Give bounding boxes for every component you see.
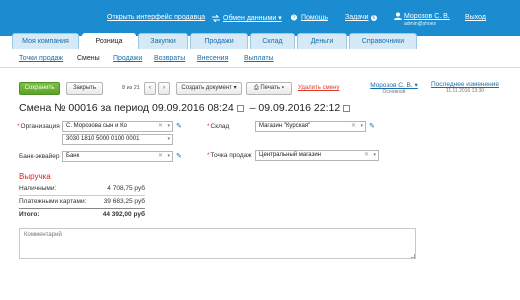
print-label: Печать bbox=[260, 85, 280, 91]
tab-purchases[interactable]: Закупки bbox=[138, 33, 188, 49]
user-login: admin@shoes bbox=[404, 21, 437, 27]
author-name: Морозов С. В. ▾ bbox=[370, 82, 418, 89]
clear-icon: ✕ bbox=[157, 153, 163, 159]
tasks-link[interactable]: Задачи 6 bbox=[345, 14, 378, 21]
save-button[interactable]: Сохранить bbox=[19, 82, 60, 95]
chevron-down-icon: ▾ bbox=[167, 153, 170, 159]
create-document-button[interactable]: Создать документ ▾ bbox=[176, 82, 242, 95]
last-change-date: 11.11.2016 13:30 bbox=[445, 88, 485, 94]
clear-icon: ✕ bbox=[363, 152, 369, 158]
printer-icon: ⎙ bbox=[253, 85, 259, 91]
subnav-returns[interactable]: Возвраты bbox=[154, 55, 185, 62]
calendar-icon[interactable] bbox=[343, 104, 351, 112]
top-bar: Открыть интерфейс продавца Обмен данными… bbox=[0, 0, 520, 36]
bank-acquirer-field[interactable]: Банк ✕ ▾ bbox=[62, 151, 173, 162]
open-seller-interface-link[interactable]: Открыть интерфейс продавца bbox=[107, 14, 205, 21]
title-prefix: Смена № bbox=[19, 102, 66, 114]
sale-point-field[interactable]: Центральный магазин ✕ ▾ bbox=[255, 150, 379, 161]
sub-navigation: Точки продаж Смены Продажи Возвраты Внес… bbox=[0, 50, 520, 68]
edit-organization-icon[interactable]: ✎ bbox=[176, 123, 182, 130]
total-value: 44 392,00 руб bbox=[102, 211, 145, 218]
bank-acquirer-label: Банк-эквайер bbox=[19, 153, 60, 160]
delete-shift-link[interactable]: Удалить смену bbox=[298, 85, 339, 91]
revenue-cash-row: Наличными: 4 708,75 руб bbox=[19, 183, 145, 195]
sale-point-label: *Точка продаж bbox=[207, 152, 252, 159]
total-label: Итого: bbox=[19, 211, 40, 218]
exchange-icon bbox=[212, 14, 220, 22]
previous-button[interactable]: ‹ bbox=[144, 82, 156, 95]
last-change-label: Последнее изменение bbox=[431, 81, 499, 88]
organization-field[interactable]: С. Морозова сын и Ко ✕ ▾ bbox=[62, 121, 173, 132]
help-label: Помощь bbox=[301, 14, 329, 22]
tab-my-company[interactable]: Моя компания bbox=[12, 33, 79, 49]
warehouse-label: *Склад bbox=[207, 123, 230, 130]
calendar-icon[interactable] bbox=[236, 104, 244, 112]
account-field[interactable]: 3030 1810 5000 0100 0001 ▾ bbox=[62, 134, 173, 145]
tab-warehouse[interactable]: Склад bbox=[250, 33, 295, 49]
subnav-payouts[interactable]: Выплаты bbox=[244, 55, 274, 62]
author-block[interactable]: Морозов С. В. ▾ Основной bbox=[367, 81, 421, 95]
chevron-left-icon: ‹ bbox=[149, 85, 151, 91]
logout-link[interactable]: Выход bbox=[465, 14, 486, 21]
card-label: Платежными картами: bbox=[19, 198, 87, 205]
clear-icon: ✕ bbox=[157, 123, 163, 129]
period-to[interactable]: 09.09.2016 22:12 bbox=[258, 102, 340, 114]
user-icon bbox=[394, 12, 402, 20]
help-icon: ? bbox=[290, 14, 298, 21]
data-exchange-menu[interactable]: Обмен данными ▾ bbox=[212, 14, 282, 22]
period-from[interactable]: 09.09.2016 08:24 bbox=[152, 102, 234, 114]
subnav-sale-points[interactable]: Точки продаж bbox=[19, 55, 63, 62]
clear-icon: ✕ bbox=[350, 123, 356, 129]
period-label: за период bbox=[100, 102, 150, 114]
chevron-down-icon: ▾ bbox=[233, 85, 237, 91]
last-change-block[interactable]: Последнее изменение 11.11.2016 13:30 bbox=[423, 81, 507, 94]
data-exchange-label: Обмен данными bbox=[223, 15, 277, 22]
edit-warehouse-icon[interactable]: ✎ bbox=[369, 123, 375, 130]
organization-label: *Организация bbox=[17, 123, 60, 130]
cash-label: Наличными: bbox=[19, 185, 57, 192]
chevron-right-icon: › bbox=[163, 85, 165, 91]
subnav-shifts[interactable]: Смены bbox=[77, 55, 100, 62]
print-button[interactable]: ⎙ Печать ▾ bbox=[246, 82, 292, 95]
card-value: 39 683,25 руб bbox=[103, 198, 145, 205]
resize-handle-icon[interactable] bbox=[411, 254, 415, 258]
subnav-sales[interactable]: Продажи bbox=[113, 55, 142, 62]
tasks-count-badge: 6 bbox=[370, 15, 378, 21]
author-role: Основной bbox=[382, 89, 406, 95]
revenue-title: Выручка bbox=[19, 172, 51, 181]
next-button[interactable]: › bbox=[158, 82, 170, 95]
tab-references[interactable]: Справочники bbox=[349, 33, 417, 49]
chevron-down-icon: ▾ bbox=[167, 136, 170, 142]
help-link[interactable]: ? Помощь bbox=[290, 14, 328, 21]
period-dash: – bbox=[249, 102, 256, 114]
tab-sales[interactable]: Продажи bbox=[190, 33, 248, 49]
chevron-down-icon: ▾ bbox=[360, 123, 363, 129]
user-menu[interactable]: Морозов С. В. admin@shoes bbox=[394, 12, 450, 27]
pager-position: 8 из 21 bbox=[122, 85, 140, 91]
warehouse-field[interactable]: Магазин "Курская" ✕ ▾ bbox=[255, 121, 366, 132]
tab-retail[interactable]: Розница bbox=[82, 33, 136, 50]
chevron-down-icon: ▾ bbox=[281, 85, 285, 91]
user-name: Морозов С. В. bbox=[404, 12, 450, 20]
tab-money[interactable]: Деньги bbox=[297, 33, 347, 49]
create-document-label: Создать документ bbox=[181, 85, 232, 91]
chevron-down-icon: ▾ bbox=[373, 152, 376, 158]
tasks-label: Задачи bbox=[345, 14, 369, 21]
cash-value: 4 708,75 руб bbox=[107, 185, 145, 192]
close-button[interactable]: Закрыть bbox=[66, 82, 103, 95]
revenue-card-row: Платежными картами: 39 683,25 руб bbox=[19, 196, 145, 208]
chevron-down-icon: ▾ bbox=[167, 123, 170, 129]
svg-text:?: ? bbox=[293, 16, 296, 21]
revenue-total-row: Итого: 44 392,00 руб bbox=[19, 208, 145, 220]
edit-bank-icon[interactable]: ✎ bbox=[176, 153, 182, 160]
shift-number: 00016 bbox=[68, 102, 98, 114]
comment-field[interactable] bbox=[19, 228, 416, 259]
page-title: Смена № 00016 за период 09.09.2016 08:24… bbox=[19, 102, 353, 114]
subnav-deposits[interactable]: Внесения bbox=[197, 55, 228, 62]
